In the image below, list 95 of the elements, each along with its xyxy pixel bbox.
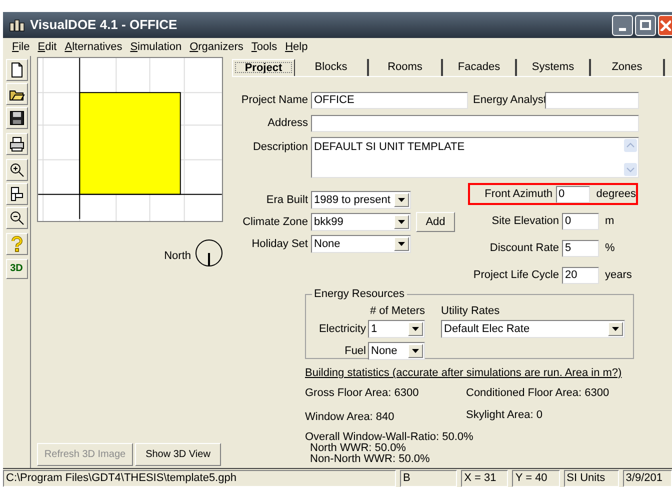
column-heading: Utility Rates <box>441 304 501 318</box>
toolbar-button[interactable] <box>6 59 28 81</box>
field-label: Fuel <box>344 344 366 359</box>
statistics-heading: Building statistics (accurate after simulations are run. Area in m?) <box>305 366 623 381</box>
number-field[interactable]: 0 <box>556 186 590 202</box>
dropdown[interactable]: None <box>368 342 425 360</box>
status-panel: 3/9/201 <box>622 470 672 487</box>
column-heading: # of Meters <box>370 304 425 318</box>
status-panel: B <box>400 470 458 487</box>
status-panel: X = 31 <box>461 470 508 487</box>
tab[interactable]: Facades <box>443 59 517 76</box>
statistic-text: Overall Window-Wall-Ratio: 50.0% <box>305 432 474 442</box>
toolbar-button[interactable] <box>6 133 28 155</box>
tab[interactable]: Blocks <box>295 59 369 76</box>
field-label: Project Life Cycle <box>472 268 559 283</box>
unit-label: degrees <box>596 186 636 202</box>
energy-analyst-field[interactable] <box>545 92 639 108</box>
number-field[interactable]: 5 <box>562 240 599 256</box>
statistic-text: North WWR: 50.0% <box>310 442 407 454</box>
status-panel: SI Units <box>564 470 619 487</box>
maximize-icon <box>640 20 651 30</box>
printer-icon <box>8 136 24 152</box>
dropdown-arrow-icon <box>398 198 405 202</box>
field-label: Site Elevation <box>490 214 559 229</box>
field-label: Climate Zone <box>242 214 308 230</box>
field-label: Front Azimuth <box>484 186 553 202</box>
compass-icon <box>195 239 223 267</box>
address-field[interactable] <box>311 114 639 132</box>
scrollbar[interactable] <box>624 138 638 177</box>
toolbar-button[interactable] <box>6 207 28 229</box>
maximize-button[interactable] <box>635 14 656 36</box>
zoom-in-icon <box>8 162 24 178</box>
menu-item[interactable]: Alternatives <box>64 38 122 56</box>
menu-item[interactable]: File <box>12 38 30 56</box>
toolbar-button[interactable] <box>6 83 28 105</box>
status-panel: C:\Program Files\GDT4\THESIS\template5.gph <box>3 470 396 487</box>
dropdown-arrow-icon <box>398 242 405 246</box>
description-field[interactable]: DEFAULT SI UNIT TEMPLATE <box>311 137 639 178</box>
dropdown[interactable]: None <box>311 235 411 253</box>
scroll-up-icon <box>624 139 637 152</box>
menu-item[interactable]: Help <box>285 38 308 56</box>
project-name-field[interactable]: OFFICE <box>311 92 468 108</box>
dropdown-arrow-icon <box>412 349 419 353</box>
minimize-button[interactable] <box>612 14 633 36</box>
field-label: Holiday Set <box>250 236 308 252</box>
status-panel: Y = 40 <box>512 470 560 487</box>
group-title: Energy Resources <box>313 287 406 302</box>
number-field[interactable]: 20 <box>562 266 599 284</box>
north-label: North <box>164 248 191 264</box>
dropdown[interactable]: bkk99 <box>311 213 411 231</box>
dropdown-arrow-icon <box>412 327 419 331</box>
tab[interactable]: Project <box>232 59 295 76</box>
number-field[interactable]: 0 <box>562 212 599 230</box>
field-label: Electricity <box>318 322 366 337</box>
dropdown-arrow-icon <box>612 327 619 331</box>
question-mark-icon <box>8 236 24 252</box>
toolbar-button[interactable]: 3D <box>6 259 28 279</box>
statistic-text: Gross Floor Area: 6300 <box>305 386 420 400</box>
dropdown[interactable]: 1989 to present <box>311 191 411 209</box>
menu-item[interactable]: Organizers <box>190 38 244 56</box>
dropdown-arrow-icon <box>398 220 405 224</box>
window-title: VisualDOE 4.1 - OFFICE <box>30 16 178 34</box>
statistic-text: Non-North WWR: 50.0% <box>310 454 431 464</box>
tab[interactable]: Zones <box>591 59 665 76</box>
toolbar-button[interactable] <box>6 159 28 181</box>
toolbar-button[interactable] <box>6 183 28 205</box>
minimize-icon <box>619 28 626 30</box>
view-button[interactable]: Show 3D View <box>135 443 221 466</box>
menu-item[interactable]: Edit <box>38 38 57 56</box>
field-label: Description <box>252 140 308 155</box>
layout-icon <box>8 186 24 202</box>
close-icon <box>659 19 671 31</box>
menu-item[interactable]: Tools <box>251 38 278 56</box>
unit-label: m <box>605 214 614 229</box>
field-label: Discount Rate <box>488 240 559 256</box>
close-button[interactable] <box>658 14 672 36</box>
statistic-text: Skylight Area: 0 <box>466 408 542 423</box>
menu-item[interactable]: Simulation <box>130 38 182 56</box>
unit-label: % <box>605 240 615 256</box>
statistic-text: Conditioned Floor Area: 6300 <box>466 386 610 400</box>
toolbar-button[interactable] <box>6 107 28 129</box>
tab[interactable]: Rooms <box>369 59 443 76</box>
scroll-down-icon <box>624 163 637 176</box>
new-document-icon <box>8 62 24 78</box>
zoom-out-icon <box>8 210 24 226</box>
field-label: Address <box>266 116 308 131</box>
app-icon <box>9 18 25 32</box>
add-button[interactable]: Add <box>416 212 455 232</box>
field-label: Project Name <box>240 92 308 108</box>
dropdown[interactable]: Default Elec Rate <box>441 320 625 338</box>
dropdown[interactable]: 1 <box>368 320 425 338</box>
field-label: Era Built <box>265 192 308 208</box>
tab[interactable]: Systems <box>517 59 591 76</box>
statistic-text: Window Area: 840 <box>305 410 396 425</box>
unit-label: years <box>605 268 632 283</box>
